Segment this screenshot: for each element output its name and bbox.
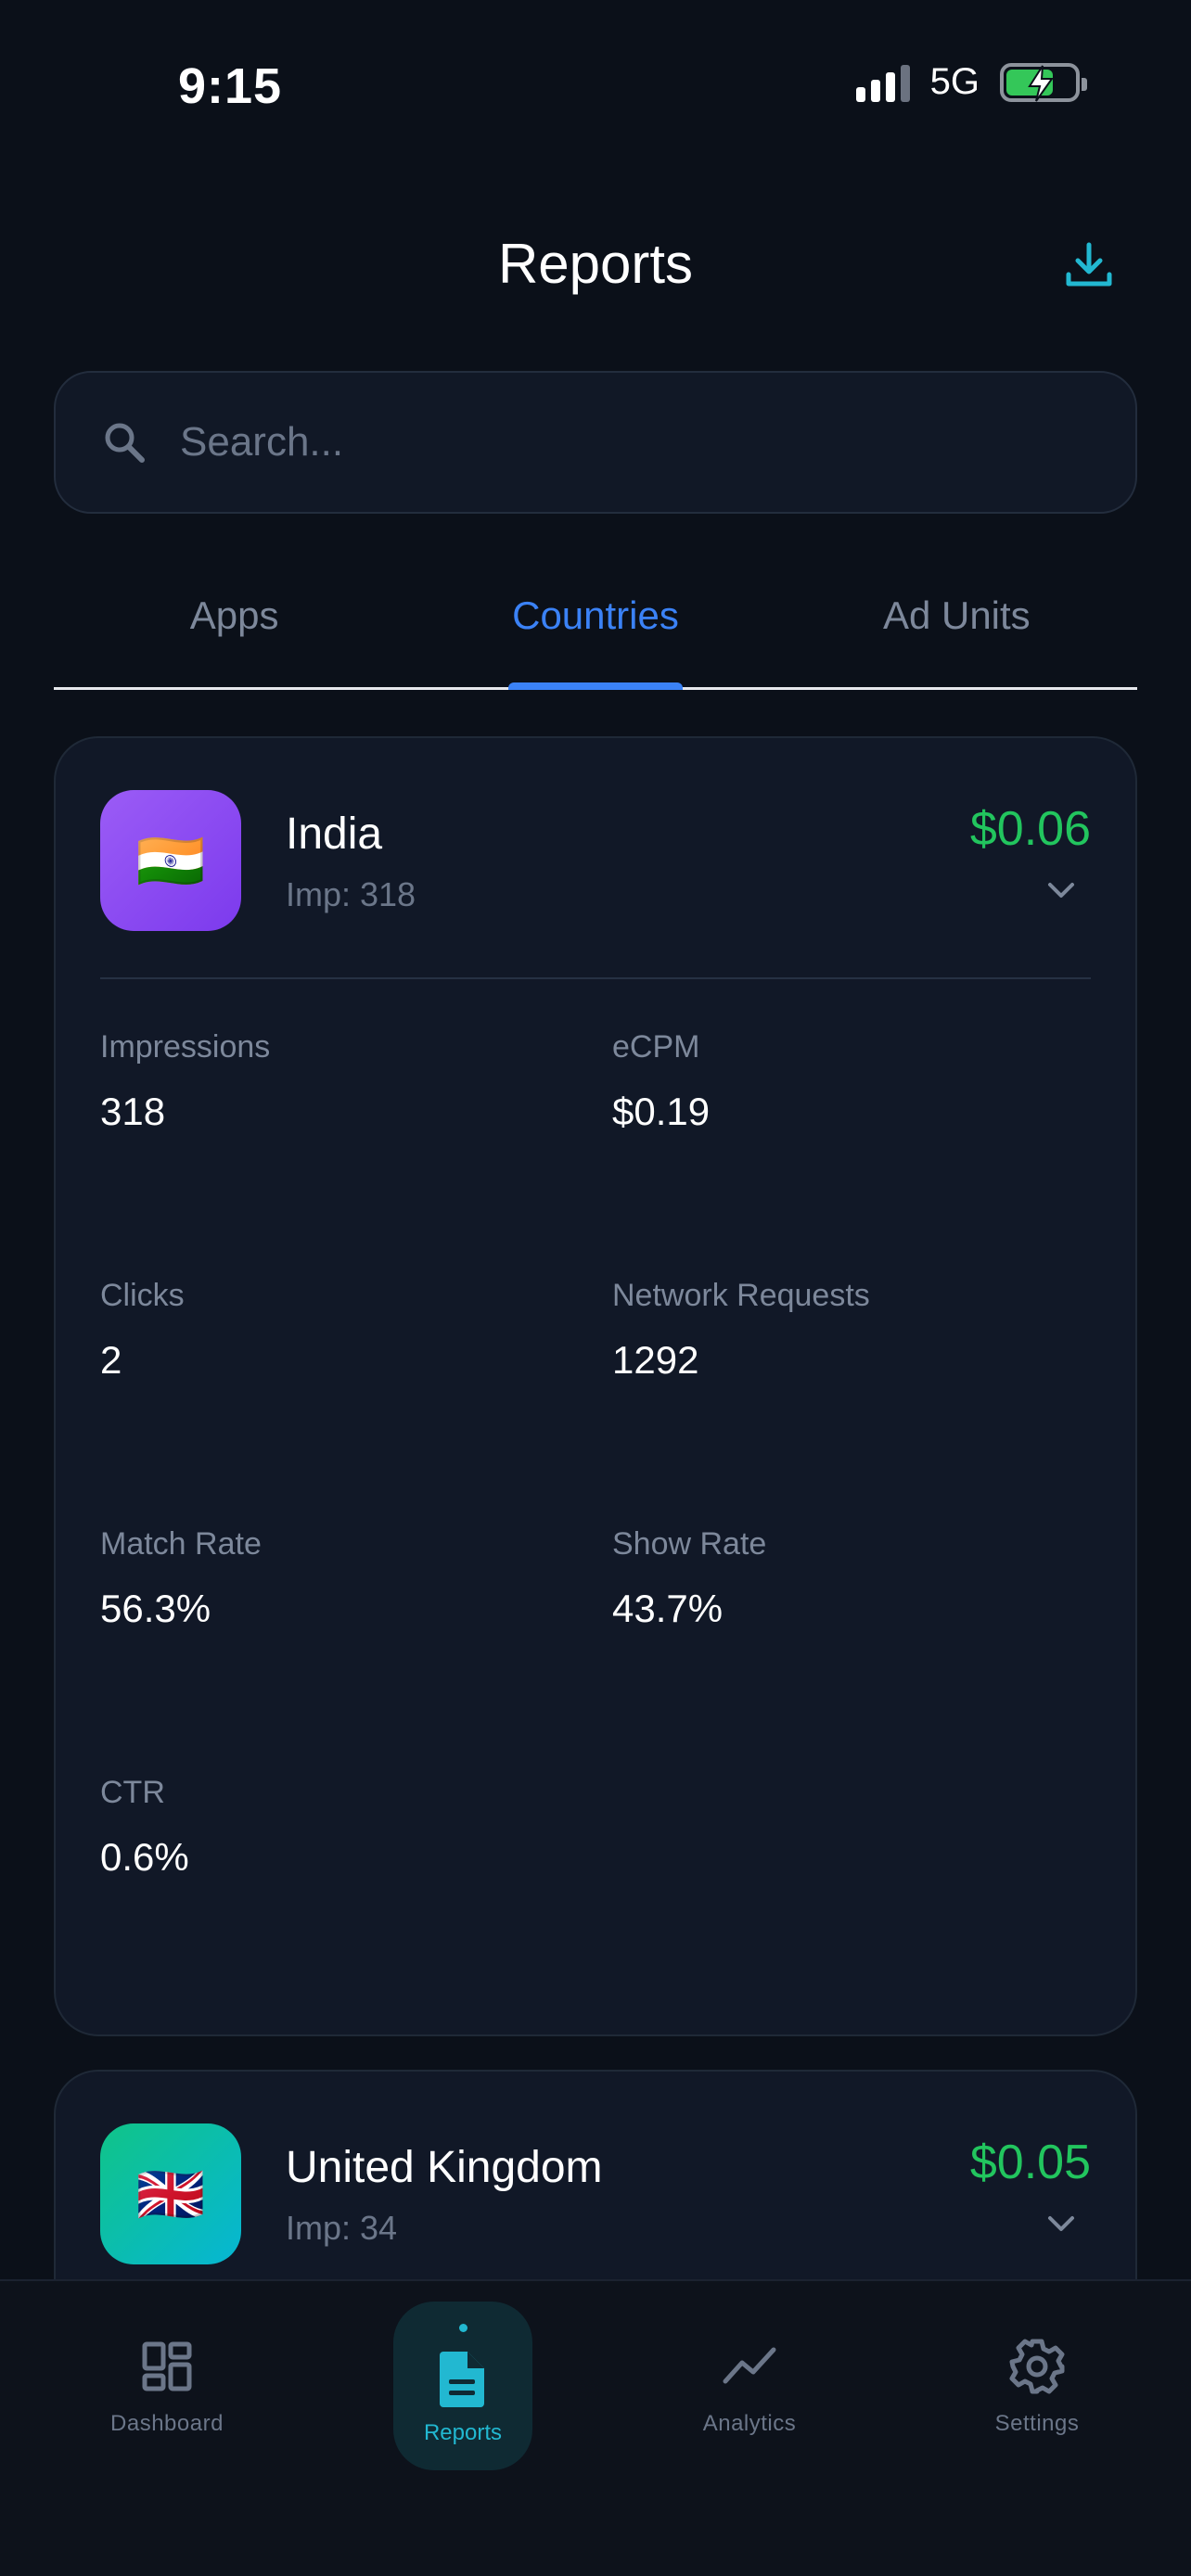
chevron-down-icon[interactable] <box>1043 872 1080 909</box>
metric-network-requests: Network Requests 1292 <box>612 1278 870 1382</box>
nav-analytics[interactable]: Analytics <box>647 2337 852 2437</box>
battery-icon <box>1000 62 1087 102</box>
tab-ad-units[interactable]: Ad Units <box>776 575 1137 687</box>
country-card-india[interactable]: 🇮🇳 India Imp: 318 $0.06 Impressions 318 … <box>54 736 1137 2036</box>
impressions-summary: Imp: 318 <box>286 875 416 913</box>
metric-ecpm: eCPM $0.19 <box>612 1029 711 1133</box>
chevron-down-icon[interactable] <box>1043 2205 1080 2242</box>
card-header[interactable]: 🇬🇧 United Kingdom Imp: 34 $0.05 <box>100 2123 1091 2264</box>
search-input[interactable] <box>180 419 1135 465</box>
metric-impressions: Impressions 318 <box>100 1029 271 1133</box>
trend-line-icon <box>720 2337 779 2396</box>
reports-screen: 9:15 5G Reports Apps Countries Ad Units <box>0 0 1191 2576</box>
status-indicators: 5G <box>855 61 1087 103</box>
bottom-navigation: Dashboard Reports Analytics Settings <box>0 2279 1191 2576</box>
metric-show-rate: Show Rate 43.7% <box>612 1526 767 1630</box>
segment-tabs: Apps Countries Ad Units <box>54 575 1137 690</box>
revenue-value: $0.05 <box>969 2136 1091 2189</box>
nav-settings[interactable]: Settings <box>935 2337 1139 2437</box>
nav-dashboard[interactable]: Dashboard <box>65 2337 269 2437</box>
flag-india-icon: 🇮🇳 <box>100 790 241 931</box>
nav-reports[interactable]: Reports <box>393 2302 532 2470</box>
country-name: India <box>286 810 383 859</box>
revenue-value: $0.06 <box>969 802 1091 856</box>
search-bar[interactable] <box>54 371 1137 514</box>
tab-countries[interactable]: Countries <box>415 575 775 690</box>
search-icon <box>98 416 150 468</box>
flag-uk-icon: 🇬🇧 <box>100 2123 241 2264</box>
tab-apps[interactable]: Apps <box>54 575 415 687</box>
metric-match-rate: Match Rate 56.3% <box>100 1526 262 1630</box>
impressions-summary: Imp: 34 <box>286 2209 398 2247</box>
page-title: Reports <box>497 233 694 295</box>
country-name: United Kingdom <box>286 2143 603 2192</box>
card-header[interactable]: 🇮🇳 India Imp: 318 $0.06 <box>100 790 1091 931</box>
active-tab-indicator <box>507 682 683 690</box>
active-dot <box>459 2324 467 2332</box>
status-time: 9:15 <box>178 58 283 114</box>
signal-icon <box>855 63 910 102</box>
dashboard-icon <box>137 2337 197 2396</box>
network-type: 5G <box>929 61 980 102</box>
document-icon <box>433 2350 493 2409</box>
gear-icon <box>1007 2337 1067 2396</box>
divider <box>100 977 1091 979</box>
download-icon <box>1066 242 1112 287</box>
metric-ctr: CTR 0.6% <box>100 1775 189 1879</box>
download-button[interactable] <box>1059 236 1119 295</box>
metric-clicks: Clicks 2 <box>100 1278 185 1382</box>
